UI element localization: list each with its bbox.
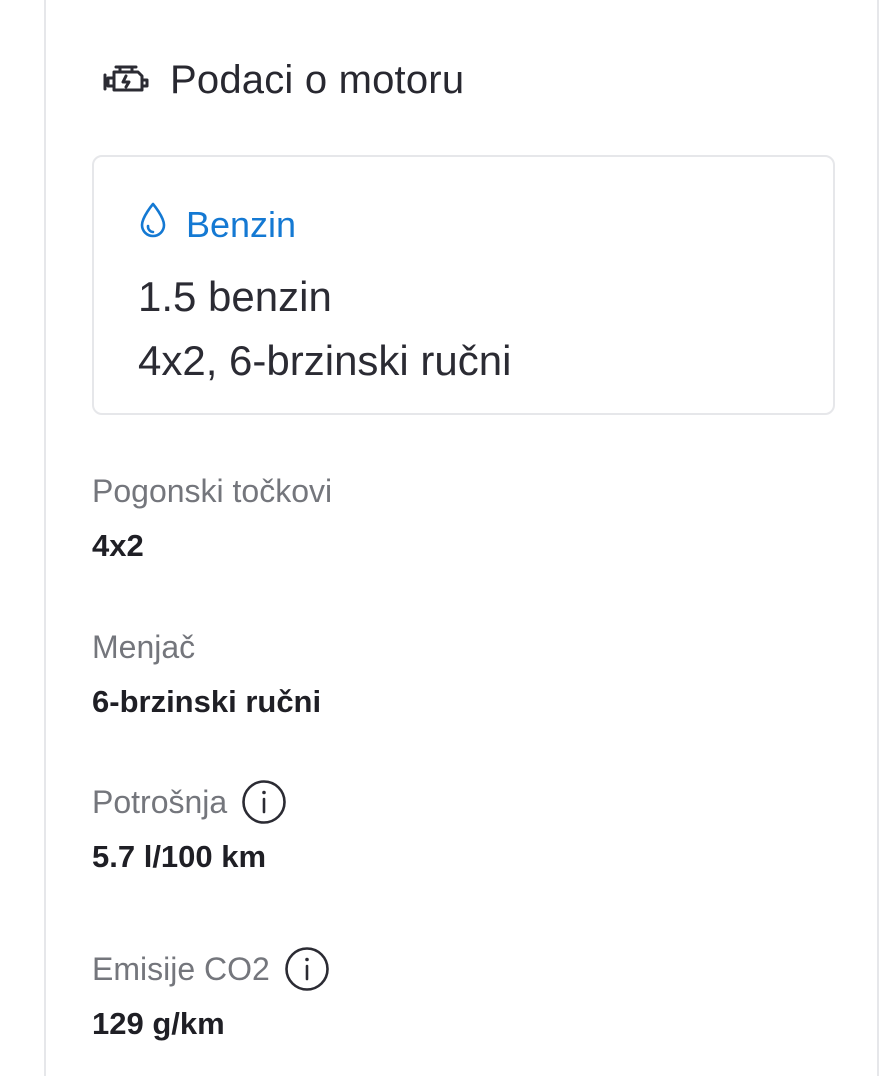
spec-value: 129 g/km [92, 1006, 225, 1041]
section-header: Podaci o motoru [102, 52, 464, 108]
info-icon[interactable] [241, 779, 287, 825]
spec-consumption: Potrošnja 5.7 l/100 km [92, 777, 287, 875]
spec-label: Menjač [92, 628, 196, 665]
fuel-type-label: Benzin [186, 203, 297, 245]
spec-label: Emisije CO2 [92, 950, 270, 987]
drivetrain-summary: 4x2, 6-brzinski ručni [138, 337, 512, 384]
spec-value: 4x2 [92, 528, 144, 563]
engine-card: Benzin 1.5 benzin 4x2, 6-brzinski ručni [92, 155, 835, 415]
spec-drive-wheels: Pogonski točkovi 4x2 [92, 466, 332, 564]
spec-label: Pogonski točkovi [92, 472, 333, 509]
engine-data-panel: Podaci o motoru Benzin 1.5 benzin 4x2, 6… [44, 0, 879, 1076]
spec-co2-emissions: Emisije CO2 129 g/km [92, 944, 330, 1042]
info-icon[interactable] [284, 946, 330, 992]
spec-value: 6-brzinski ručni [92, 684, 322, 719]
spec-value: 5.7 l/100 km [92, 839, 267, 874]
engine-name: 1.5 benzin [138, 273, 332, 320]
section-title: Podaci o motoru [170, 57, 465, 102]
spec-label: Potrošnja [92, 783, 228, 820]
droplet-icon [138, 201, 168, 248]
spec-transmission: Menjač 6-brzinski ručni [92, 622, 321, 720]
fuel-type-row: Benzin [138, 201, 296, 248]
engine-icon [102, 60, 150, 100]
